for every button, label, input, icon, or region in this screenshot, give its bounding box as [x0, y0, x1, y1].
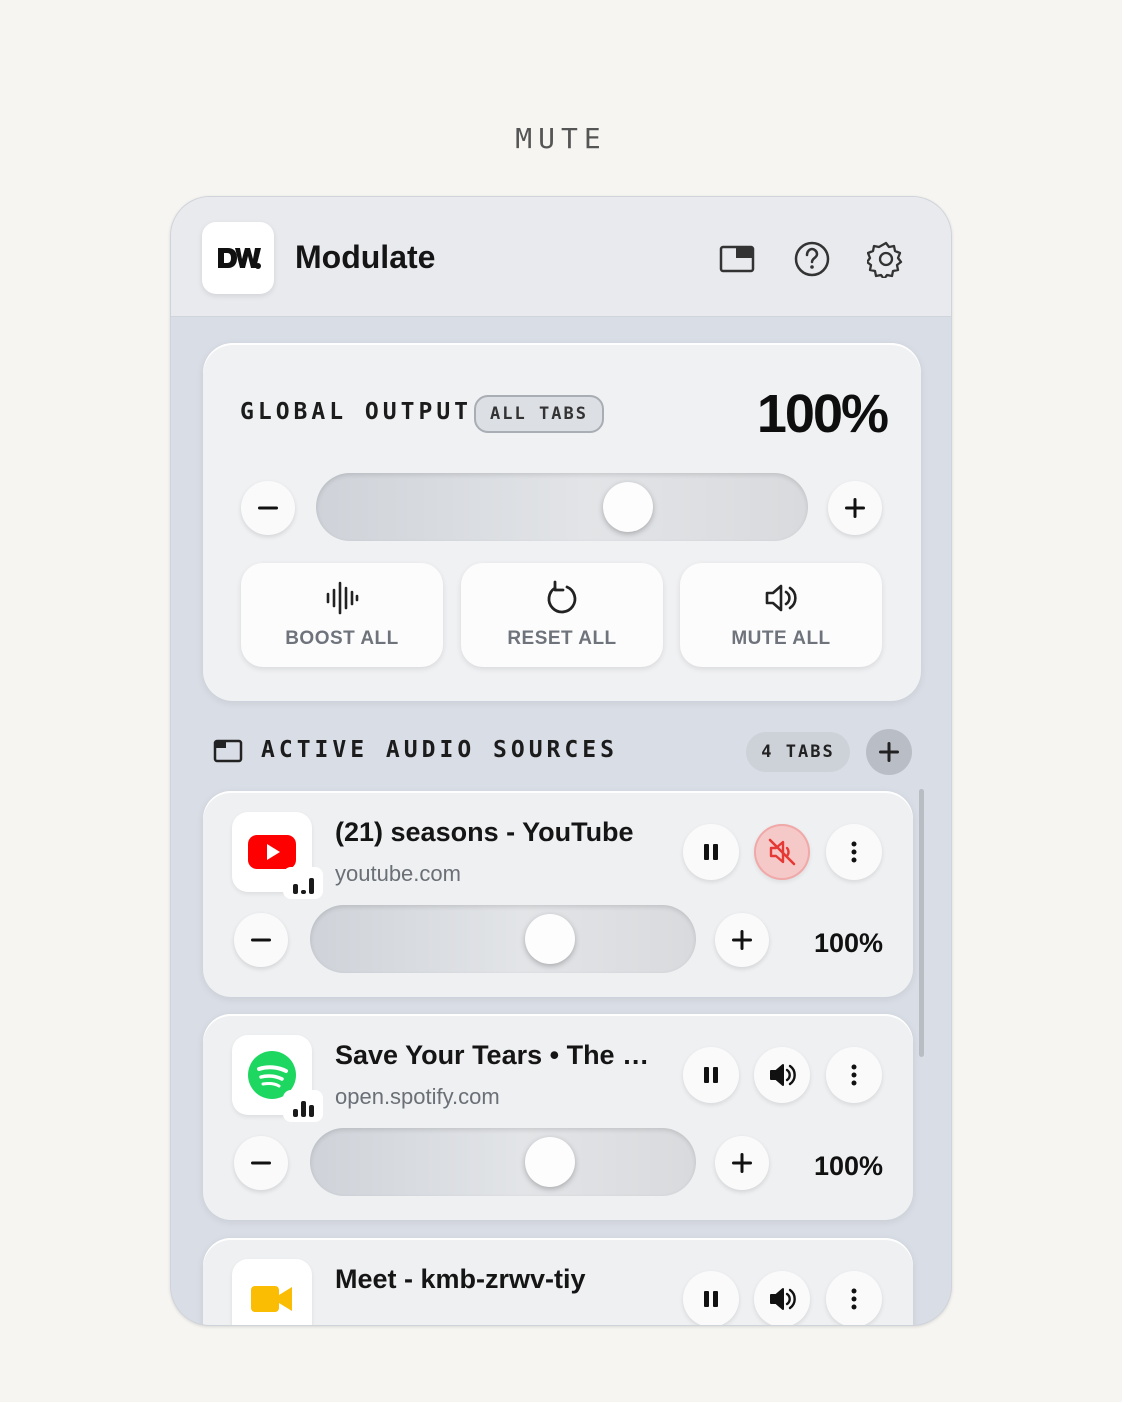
global-volume-slider[interactable]: [316, 473, 808, 541]
mute-button[interactable]: [754, 1271, 810, 1325]
source-domain: youtube.com: [335, 861, 461, 886]
decrease-button[interactable]: [234, 913, 288, 967]
help-icon[interactable]: [792, 239, 832, 279]
minus-icon: [258, 506, 278, 510]
pause-button[interactable]: [683, 1047, 739, 1103]
reset-icon: [547, 580, 577, 614]
boost-all-label: BOOST ALL: [285, 628, 399, 649]
speaker-icon: [765, 584, 797, 612]
speaker-icon: [770, 1064, 796, 1086]
header: Modulate: [171, 197, 951, 317]
speaker-muted-icon: [768, 838, 796, 866]
waveform-icon: [326, 581, 359, 615]
pause-button[interactable]: [683, 824, 739, 880]
decrease-button[interactable]: [234, 1136, 288, 1190]
source-card-spotify: Save Your Tears • The Weeknd open.spotif…: [203, 1014, 913, 1220]
kebab-menu-icon: [851, 1288, 857, 1310]
page-caption: MUTE: [515, 122, 607, 155]
app-logo: [202, 222, 274, 294]
more-options-button[interactable]: [826, 1271, 882, 1325]
scope-badge: ALL TABS: [474, 395, 604, 433]
pause-icon: [704, 1291, 718, 1307]
source-slider-thumb[interactable]: [525, 914, 575, 964]
more-options-button[interactable]: [826, 824, 882, 880]
scrollbar[interactable]: [919, 789, 924, 1057]
source-card-meet: Meet - kmb-zrwv-tiy: [203, 1238, 913, 1325]
active-sources-title: ACTIVE AUDIO SOURCES: [261, 737, 618, 763]
source-slider-thumb[interactable]: [525, 1137, 575, 1187]
app-title: Modulate: [295, 239, 436, 275]
mute-all-button[interactable]: MUTE ALL: [680, 563, 882, 667]
global-output-card: GLOBAL OUTPUT ALL TABS 100% BOOST ALL RE…: [203, 343, 921, 701]
pause-icon: [704, 844, 718, 860]
speaker-icon: [770, 1288, 796, 1310]
source-title: (21) seasons - YouTube: [335, 817, 634, 847]
source-volume-value: 100%: [813, 1151, 883, 1181]
unmute-button[interactable]: [754, 824, 810, 880]
more-options-button[interactable]: [826, 1047, 882, 1103]
meet-icon: [232, 1259, 312, 1325]
source-volume-slider[interactable]: [310, 905, 696, 973]
reset-all-label: RESET ALL: [507, 628, 617, 649]
tab-count-badge: 4 TABS: [746, 732, 850, 772]
global-volume-value: 100%: [756, 384, 889, 444]
source-volume-slider[interactable]: [310, 1128, 696, 1196]
tabs-icon: [213, 739, 243, 768]
plus-icon: [845, 498, 865, 518]
pause-button[interactable]: [683, 1271, 739, 1325]
add-tab-button[interactable]: [866, 729, 912, 775]
pause-icon: [704, 1067, 718, 1083]
minus-icon: [251, 938, 271, 942]
global-slider-thumb[interactable]: [603, 482, 653, 532]
gear-icon[interactable]: [866, 239, 906, 279]
source-volume-value: 100%: [813, 928, 883, 958]
global-increase-button[interactable]: [828, 481, 882, 535]
plus-icon: [732, 1153, 752, 1173]
source-card-youtube: (21) seasons - YouTube youtube.com 100%: [203, 791, 913, 997]
global-output-label: GLOBAL OUTPUT: [240, 399, 473, 425]
extension-popup: Modulate GLOBAL OUTPUT ALL TABS 100% BOO…: [170, 196, 952, 1326]
boost-all-button[interactable]: BOOST ALL: [241, 563, 443, 667]
source-title: Save Your Tears • The Weeknd: [335, 1040, 665, 1070]
plus-icon: [879, 742, 899, 762]
mute-all-label: MUTE ALL: [731, 628, 831, 649]
global-decrease-button[interactable]: [241, 481, 295, 535]
playing-indicator-icon: [283, 1090, 323, 1122]
plus-icon: [732, 930, 752, 950]
source-title: Meet - kmb-zrwv-tiy: [335, 1264, 586, 1294]
kebab-menu-icon: [851, 841, 857, 863]
minus-icon: [251, 1161, 271, 1165]
playing-indicator-icon: [283, 867, 323, 899]
reset-all-button[interactable]: RESET ALL: [461, 563, 663, 667]
mute-button[interactable]: [754, 1047, 810, 1103]
increase-button[interactable]: [715, 913, 769, 967]
kebab-menu-icon: [851, 1064, 857, 1086]
picture-in-picture-icon[interactable]: [717, 239, 757, 279]
increase-button[interactable]: [715, 1136, 769, 1190]
source-domain: open.spotify.com: [335, 1084, 500, 1109]
